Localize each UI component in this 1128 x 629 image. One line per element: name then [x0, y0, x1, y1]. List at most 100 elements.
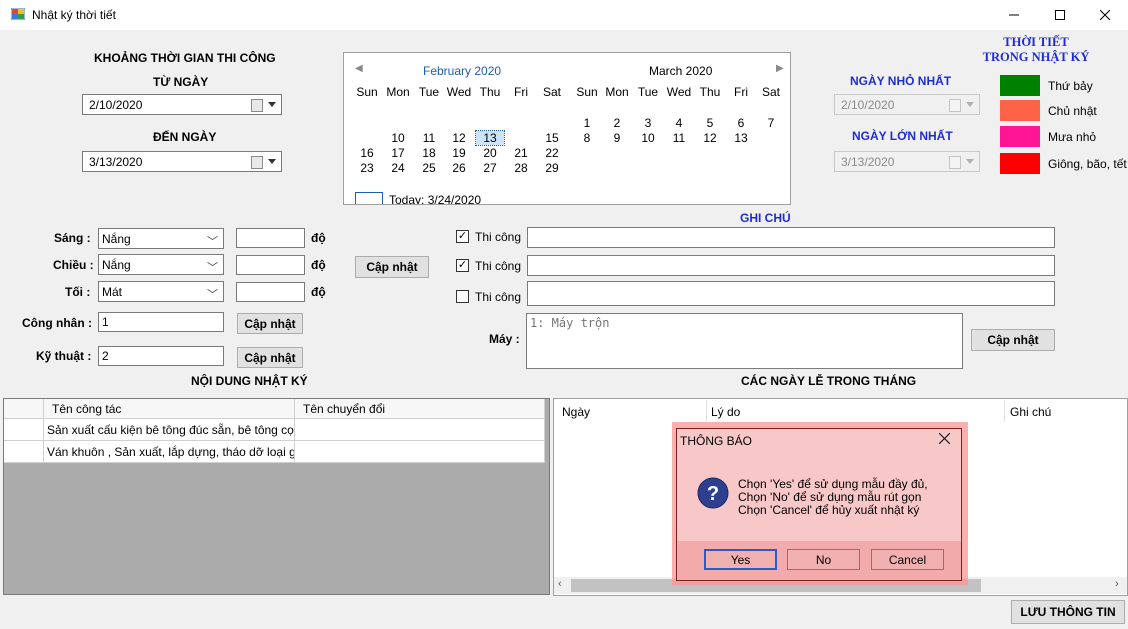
calendar-day[interactable]: 29: [538, 161, 566, 175]
holidays-column-header[interactable]: Ghi chú: [1010, 405, 1051, 419]
calendar-day[interactable]: 3: [634, 116, 662, 130]
calendar-left-month[interactable]: February 2020: [423, 64, 501, 78]
note-input-3[interactable]: [527, 281, 1055, 306]
calendar-day[interactable]: 23: [353, 161, 381, 175]
calendar-day[interactable]: 19: [445, 146, 473, 160]
note-input-1[interactable]: [527, 227, 1055, 248]
calendar-day[interactable]: 9: [603, 131, 631, 145]
cancel-button[interactable]: Cancel: [871, 549, 944, 570]
calendar-day[interactable]: 11: [665, 131, 693, 145]
technicians-input[interactable]: [98, 346, 224, 366]
note-checkbox-3[interactable]: [456, 290, 469, 303]
to-date-picker[interactable]: 3/13/2020: [82, 151, 282, 172]
dialog-message-line: Chọn 'Cancel' để hủy xuất nhật ký: [738, 503, 920, 517]
evening-temperature-input[interactable]: [236, 282, 305, 302]
calendar-day[interactable]: 7: [757, 116, 785, 130]
column-header[interactable]: Tên chuyển đổi: [295, 399, 545, 419]
column-header[interactable]: Tên công tác: [44, 399, 295, 419]
calendar-day[interactable]: 27: [476, 161, 504, 175]
morning-temperature-input[interactable]: [236, 228, 305, 248]
table-cell[interactable]: [295, 419, 545, 441]
calendar-day[interactable]: 10: [634, 131, 662, 145]
holidays-heading: CÁC NGÀY LỄ TRONG THÁNG: [741, 374, 917, 388]
calendar-day[interactable]: 6: [727, 116, 755, 130]
table-cell[interactable]: Sản xuất cấu kiện bê tông đúc sẵn, bê tô…: [44, 419, 295, 441]
weekday-left: Sun: [356, 85, 378, 99]
workers-update-button[interactable]: Cập nhật: [237, 313, 303, 334]
calendar-day[interactable]: 26: [445, 161, 473, 175]
calendar-day[interactable]: 12: [696, 131, 724, 145]
workers-input[interactable]: [98, 312, 224, 332]
holidays-column-header[interactable]: Ngày: [562, 405, 590, 419]
calendar-day[interactable]: 8: [573, 131, 601, 145]
note-input-2[interactable]: [527, 255, 1055, 276]
prev-month-icon[interactable]: ◀: [355, 63, 363, 74]
machine-update-button[interactable]: Cập nhật: [971, 329, 1055, 351]
afternoon-label: Chiều :: [53, 258, 94, 272]
calendar-day[interactable]: 17: [384, 146, 412, 160]
today-marker: [355, 192, 383, 204]
scroll-left-icon[interactable]: ‹: [558, 578, 562, 590]
close-icon: [1100, 10, 1110, 20]
calendar-day[interactable]: 11: [415, 131, 443, 145]
yes-button[interactable]: Yes: [704, 549, 777, 570]
calendar-day[interactable]: 24: [384, 161, 412, 175]
calendar-day[interactable]: 12: [445, 131, 473, 145]
calendar-day[interactable]: 13: [475, 130, 505, 146]
calendar-day[interactable]: 16: [353, 146, 381, 160]
calendar-day[interactable]: 2: [603, 116, 631, 130]
calendar-day[interactable]: 1: [573, 116, 601, 130]
afternoon-weather-select[interactable]: Nắng ﹀: [98, 254, 224, 275]
row-header[interactable]: [4, 419, 44, 441]
afternoon-temperature-input[interactable]: [236, 255, 305, 275]
note-checkbox-2[interactable]: ✓: [456, 259, 469, 272]
no-button[interactable]: No: [787, 549, 860, 570]
machine-textarea[interactable]: [526, 313, 963, 369]
evening-weather-select[interactable]: Mát ﹀: [98, 281, 224, 302]
from-date-picker[interactable]: 2/10/2020: [82, 94, 282, 115]
scroll-right-icon[interactable]: ›: [1115, 578, 1119, 590]
column-divider: [706, 400, 707, 422]
calendar-today[interactable]: Today: 3/24/2020: [389, 193, 481, 204]
legend-swatch-storm: [1000, 153, 1040, 174]
calendar-day[interactable]: 10: [384, 131, 412, 145]
calendar-day[interactable]: 21: [507, 146, 535, 160]
calendar-day[interactable]: 5: [696, 116, 724, 130]
table-cell[interactable]: [295, 441, 545, 463]
technicians-update-button[interactable]: Cập nhật: [237, 347, 303, 368]
minimize-button[interactable]: [991, 0, 1037, 30]
note-label-2: Thi công: [475, 259, 522, 273]
technicians-label: Kỹ thuật :: [36, 349, 92, 363]
calendar-day[interactable]: 15: [538, 131, 566, 145]
dropdown-arrow-icon: [268, 102, 276, 107]
weekday-left: Wed: [446, 85, 472, 99]
weather-update-button[interactable]: Cập nhật: [355, 256, 429, 278]
grid-corner: [4, 399, 44, 419]
row-header[interactable]: [4, 441, 44, 463]
holidays-column-header[interactable]: Lý do: [711, 405, 740, 419]
calendar-day[interactable]: 25: [415, 161, 443, 175]
close-window-button[interactable]: [1082, 0, 1128, 30]
evening-label: Tối :: [65, 285, 91, 299]
calendar-day[interactable]: 20: [476, 146, 504, 160]
to-date-label: ĐẾN NGÀY: [153, 130, 217, 144]
maximize-button[interactable]: [1037, 0, 1083, 30]
month-calendar[interactable]: ◀ February 2020 March 2020 ▶ Sun Sun Mon Mo…: [343, 52, 791, 205]
calendar-right-month[interactable]: March 2020: [649, 64, 712, 78]
calendar-day[interactable]: 18: [415, 146, 443, 160]
max-date-picker: 3/13/2020: [834, 151, 980, 172]
calendar-day[interactable]: 22: [538, 146, 566, 160]
save-button[interactable]: LƯU THÔNG TIN: [1011, 600, 1125, 624]
maximize-icon: [1055, 10, 1065, 20]
morning-weather-select[interactable]: Nắng ﹀: [98, 228, 224, 249]
calendar-day[interactable]: 28: [507, 161, 535, 175]
note-checkbox-1[interactable]: ✓: [456, 230, 469, 243]
calendar-day[interactable]: 13: [727, 131, 755, 145]
legend-swatch-light-rain: [1000, 126, 1040, 147]
close-icon: [938, 432, 951, 445]
calendar-day[interactable]: 4: [665, 116, 693, 130]
column-divider: [1004, 400, 1005, 422]
next-month-icon[interactable]: ▶: [776, 63, 784, 74]
dialog-close-button[interactable]: [938, 432, 951, 447]
table-cell[interactable]: Ván khuôn , Sản xuất, lắp dựng, tháo dỡ …: [44, 441, 295, 463]
